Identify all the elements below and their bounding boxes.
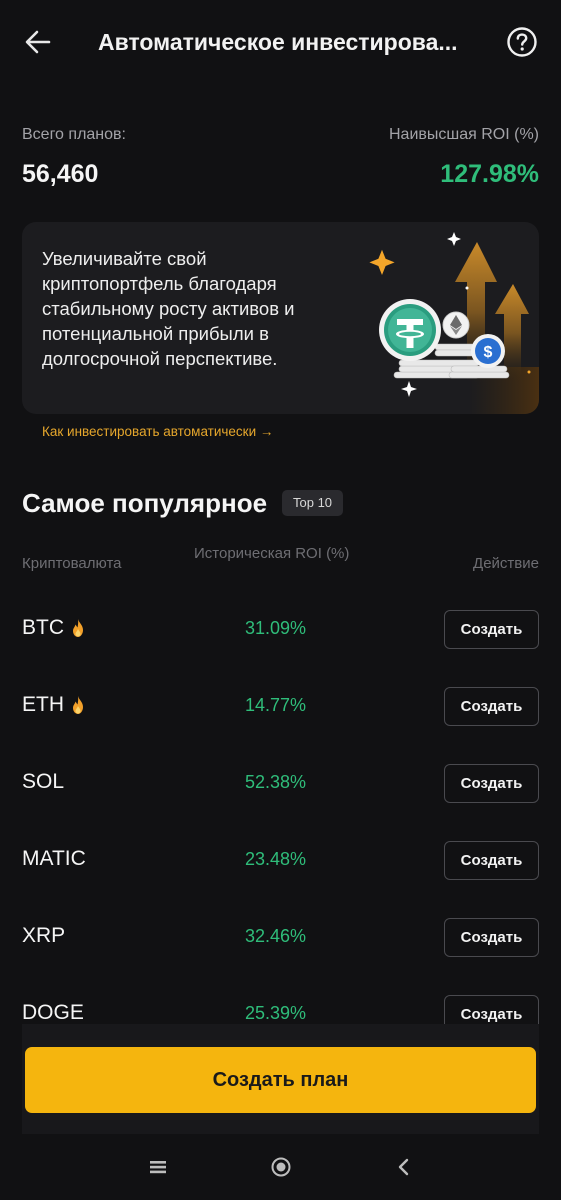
create-button[interactable]: Создать xyxy=(444,610,539,649)
question-circle-icon xyxy=(507,27,537,57)
top10-badge: Top 10 xyxy=(282,490,344,516)
back-button[interactable] xyxy=(22,26,54,58)
coin-cell: BTC xyxy=(22,616,86,640)
create-plan-button[interactable]: Создать план xyxy=(25,1047,536,1113)
coin-cell: DOGE xyxy=(22,1001,84,1025)
table-row: XRP 32.46% Создать xyxy=(0,898,561,975)
chevron-back-icon xyxy=(398,1158,409,1176)
home-circle-icon xyxy=(271,1157,291,1177)
top-bar: Автоматическое инвестирова... xyxy=(0,0,561,86)
help-button[interactable] xyxy=(506,26,538,58)
create-button[interactable]: Создать xyxy=(444,764,539,803)
coin-symbol: XRP xyxy=(22,924,66,947)
how-to-invest-link-text: Как инвестировать автоматически xyxy=(42,424,257,439)
coin-symbol: DOGE xyxy=(22,1001,84,1024)
arrow-left-icon xyxy=(25,30,51,54)
coin-symbol: ETH xyxy=(22,693,64,716)
nav-back-button[interactable] xyxy=(390,1153,418,1181)
roi-value: 23.48% xyxy=(245,849,307,869)
total-plans-value: 56,460 xyxy=(22,160,99,188)
menu-lines-icon xyxy=(150,1161,166,1174)
auto-invest-screen: Автоматическое инвестирова... Всего план… xyxy=(0,0,561,1200)
roi-value: 31.09% xyxy=(245,618,307,638)
banner-text: Увеличивайте свой криптопортфель благода… xyxy=(42,248,295,369)
coin-cell: XRP xyxy=(22,924,65,948)
fire-icon xyxy=(73,696,83,714)
column-header-crypto: Криптовалюта xyxy=(22,555,122,572)
arrow-right-icon: → xyxy=(259,424,274,439)
coin-cell: MATIC xyxy=(22,847,86,871)
how-to-invest-link[interactable]: Как инвестировать автоматически → xyxy=(42,424,273,439)
coin-cell: SOL xyxy=(22,770,64,794)
nav-recents-button[interactable] xyxy=(144,1153,172,1181)
highest-roi-label: Наивысшая ROI (%) xyxy=(388,126,539,143)
nav-home-button[interactable] xyxy=(267,1153,295,1181)
system-navigation-bar xyxy=(0,1134,561,1200)
table-row: MATIC 23.48% Создать xyxy=(0,821,561,898)
roi-value: 14.77% xyxy=(245,695,307,715)
roi-value: 25.39% xyxy=(245,1003,307,1023)
fire-icon xyxy=(73,619,83,637)
create-button[interactable]: Создать xyxy=(444,841,539,880)
table-row: ETH 14.77% Создать xyxy=(0,667,561,744)
roi-value: 52.38% xyxy=(245,772,307,792)
create-button[interactable]: Создать xyxy=(444,918,539,957)
coin-symbol: SOL xyxy=(22,770,65,793)
table-row: SOL 52.38% Создать xyxy=(0,744,561,821)
column-header-roi: Историческая ROI (%) xyxy=(194,545,350,562)
table-row: BTC 31.09% Создать xyxy=(0,590,561,667)
crypto-growth-illustration: $ xyxy=(369,232,539,414)
svg-text:$: $ xyxy=(484,344,493,361)
popular-list[interactable]: BTC 31.09% Создать ETH 14.77% Создать SO… xyxy=(0,590,561,1026)
promo-banner[interactable]: Увеличивайте свой криптопортфель благода… xyxy=(22,222,539,414)
popular-section-title: Самое популярное xyxy=(22,488,268,518)
page-title: Автоматическое инвестирова... xyxy=(98,29,458,55)
table-row: DOGE 25.39% Создать xyxy=(0,975,561,1026)
coin-symbol: MATIC xyxy=(22,847,86,870)
coin-cell: ETH xyxy=(22,693,86,717)
total-plans-label: Всего планов: xyxy=(22,126,126,143)
create-button[interactable]: Создать xyxy=(444,687,539,726)
column-header-action: Действие xyxy=(473,555,539,572)
create-button[interactable]: Создать xyxy=(444,995,539,1026)
highest-roi-value: 127.98% xyxy=(440,160,539,188)
roi-value: 32.46% xyxy=(245,926,307,946)
coin-symbol: BTC xyxy=(22,616,64,639)
